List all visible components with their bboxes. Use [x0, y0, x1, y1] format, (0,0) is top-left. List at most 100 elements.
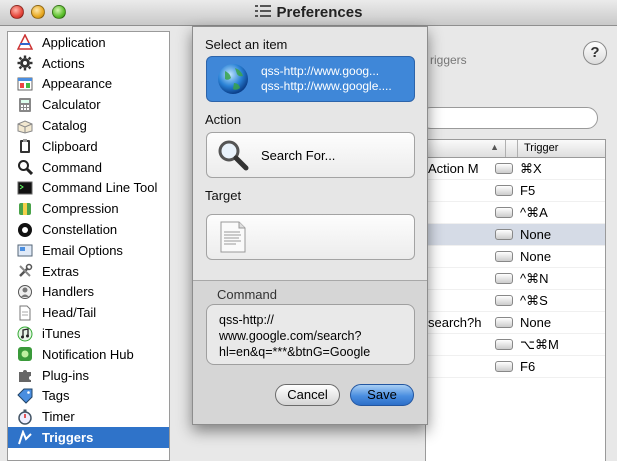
text-document-icon	[215, 219, 251, 255]
trigger-icon	[16, 429, 34, 446]
sidebar-item-head-tail[interactable]: Head/Tail	[8, 302, 169, 323]
sidebar-item-label: Appearance	[42, 76, 113, 92]
table-row[interactable]: ^⌘A	[426, 202, 605, 224]
sidebar-item-timer[interactable]: Timer	[8, 406, 169, 427]
keyboard-icon-cell	[490, 251, 518, 262]
triggers-search-field[interactable]	[420, 107, 598, 129]
command-text-line: www.google.com/search?	[219, 329, 362, 343]
appearance-icon	[16, 76, 34, 92]
keyboard-icon	[495, 229, 513, 240]
select-item-label: Select an item	[205, 37, 288, 52]
gear-icon	[16, 55, 34, 71]
sidebar-item-label: Actions	[42, 55, 85, 71]
sidebar-item-extras[interactable]: Extras	[8, 261, 169, 282]
sidebar-item-label: Constellation	[42, 222, 118, 238]
puzzle-icon	[16, 367, 34, 383]
trigger-cell: None	[520, 249, 552, 264]
command-cell: search?h	[428, 315, 482, 330]
sidebar-item-triggers[interactable]: Triggers	[8, 427, 169, 448]
sidebar-item-label: Head/Tail	[42, 305, 97, 321]
command-label: Command	[217, 287, 277, 302]
sidebar-item-label: Extras	[42, 263, 79, 279]
command-text-line: hl=en&q=***&btnG=Google	[219, 345, 371, 359]
document-icon	[16, 305, 34, 321]
preferences-sidebar: Application Actions Appearance Calculator Ca…	[7, 31, 170, 461]
globe-icon	[215, 61, 251, 97]
trigger-cell: F5	[520, 183, 536, 198]
command-column-header[interactable]: ▲	[426, 140, 506, 157]
action-slot[interactable]: Search For...	[206, 132, 415, 178]
sidebar-item-label: Calculator	[42, 97, 101, 113]
tag-icon	[16, 388, 34, 404]
keyboard-icon-cell	[490, 229, 518, 240]
sidebar-item-label: Plug-ins	[42, 367, 89, 383]
sidebar-item-actions[interactable]: Actions	[8, 53, 169, 74]
trigger-cell: ^⌘A	[520, 204, 548, 220]
trigger-cell: ⌥⌘M	[520, 336, 559, 352]
table-row[interactable]: F5	[426, 180, 605, 202]
action-label: Action	[205, 112, 242, 127]
sidebar-item-appearance[interactable]: Appearance	[8, 74, 169, 95]
target-slot[interactable]	[206, 214, 415, 260]
table-row[interactable]: search?h None	[426, 312, 605, 334]
command-text-field[interactable]: qss-http:// www.google.com/search? hl=en&q…	[206, 304, 415, 365]
sidebar-item-tags[interactable]: Tags	[8, 386, 169, 407]
triggers-table-body: Action M ⌘X F5 ^⌘A None None ^⌘N ^⌘S search?h Non…	[426, 158, 605, 378]
magnifier-icon	[215, 137, 251, 173]
target-label: Target	[205, 188, 242, 203]
table-row[interactable]: ^⌘N	[426, 268, 605, 290]
triggers-table-header: ▲ Trigger	[426, 140, 605, 158]
keyboard-icon-cell	[490, 361, 518, 372]
sidebar-item-notification-hub[interactable]: Notification Hub	[8, 344, 169, 365]
preferences-list-icon	[254, 5, 271, 17]
keyboard-icon-cell	[490, 185, 518, 196]
sidebar-item-application[interactable]: Application	[8, 32, 169, 53]
sidebar-item-calculator[interactable]: Calculator	[8, 94, 169, 115]
keyboard-icon-cell	[490, 207, 518, 218]
trigger-cell: None	[520, 227, 552, 242]
sidebar-item-label: Notification Hub	[42, 346, 134, 362]
constellation-icon	[16, 222, 34, 238]
stopwatch-icon	[16, 409, 34, 425]
keyboard-icon-cell	[490, 273, 518, 284]
keyboard-icon	[495, 273, 513, 284]
notification-icon	[16, 346, 34, 362]
window-title: Preferences	[276, 4, 363, 21]
triggers-table: ▲ Trigger Action M ⌘X F5 ^⌘A None None ^⌘N ^⌘S s…	[425, 139, 606, 461]
edit-trigger-sheet: Select an item qss-http://www.goog... qs…	[192, 26, 428, 425]
sidebar-item-label: Triggers	[42, 430, 94, 446]
table-row[interactable]: F6	[426, 356, 605, 378]
tools-icon	[16, 263, 34, 279]
sidebar-item-constellation[interactable]: Constellation	[8, 219, 169, 240]
trigger-cell: ^⌘N	[520, 270, 549, 286]
key-column-header[interactable]	[506, 140, 518, 157]
trigger-column-header[interactable]: Trigger	[518, 140, 605, 157]
table-row[interactable]: Action M ⌘X	[426, 158, 605, 180]
save-button[interactable]: Save	[350, 384, 414, 406]
help-button[interactable]: ?	[583, 41, 607, 65]
item-secondary-text: qss-http://www.google....	[261, 79, 392, 93]
music-note-icon	[16, 326, 34, 342]
title-bar: Preferences	[0, 0, 617, 26]
table-row[interactable]: ^⌘S	[426, 290, 605, 312]
item-slot[interactable]: qss-http://www.goog... qss-http://www.go…	[206, 56, 415, 102]
magnifier-icon	[16, 159, 34, 176]
sidebar-item-plug-ins[interactable]: Plug-ins	[8, 365, 169, 386]
sidebar-item-compression[interactable]: Compression	[8, 198, 169, 219]
sidebar-item-label: Command	[42, 159, 102, 175]
table-row[interactable]: ⌥⌘M	[426, 334, 605, 356]
sidebar-item-label: iTunes	[42, 326, 81, 342]
sidebar-item-handlers[interactable]: Handlers	[8, 282, 169, 303]
sidebar-item-command[interactable]: Command	[8, 157, 169, 178]
table-row[interactable]: None	[426, 224, 605, 246]
keyboard-icon	[495, 251, 513, 262]
sidebar-item-label: Command Line Tool	[42, 180, 158, 196]
table-row[interactable]: None	[426, 246, 605, 268]
sidebar-item-email-options[interactable]: Email Options	[8, 240, 169, 261]
sidebar-item-clipboard[interactable]: Clipboard	[8, 136, 169, 157]
cancel-button[interactable]: Cancel	[275, 384, 340, 406]
keyboard-icon-cell	[490, 295, 518, 306]
sidebar-item-command-line-tool[interactable]: Command Line Tool	[8, 178, 169, 199]
sidebar-item-itunes[interactable]: iTunes	[8, 323, 169, 344]
sidebar-item-catalog[interactable]: Catalog	[8, 115, 169, 136]
